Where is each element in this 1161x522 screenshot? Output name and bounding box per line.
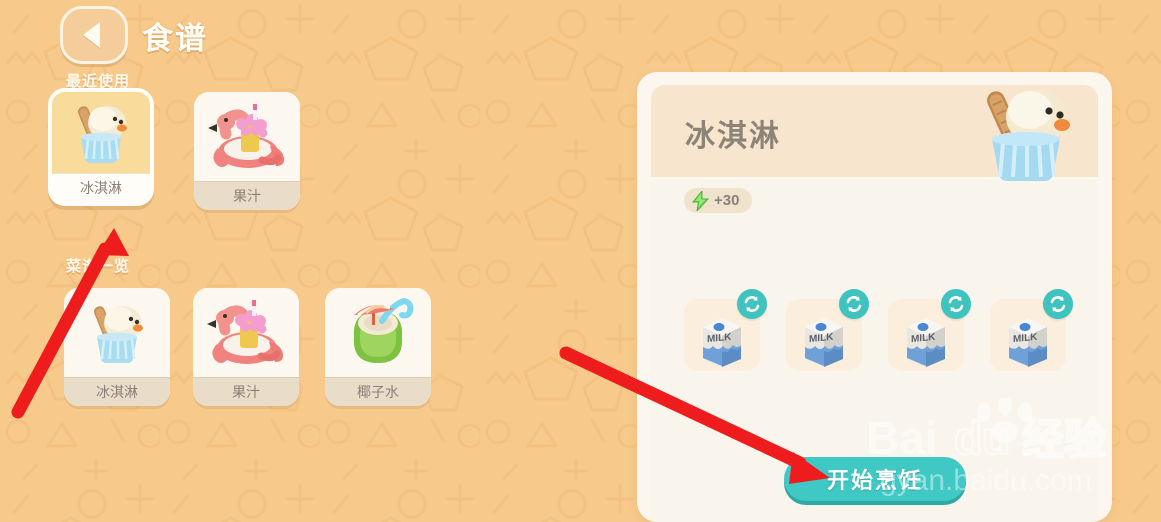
swap-refresh-icon[interactable]: [1043, 289, 1073, 319]
recipe-card-all-coconut[interactable]: 椰子水: [325, 288, 431, 406]
start-cooking-label: 开始烹饪: [826, 468, 923, 493]
energy-value: +30: [714, 192, 740, 209]
flamingo-juice-icon: [193, 288, 299, 377]
recipe-screen: 食谱 最近使用 菜谱一览 冰淇淋 果汁 冰淇淋 果汁 椰子水 冰淇淋 +30 M…: [0, 0, 1161, 522]
recipe-detail-title: 冰淇淋: [685, 120, 781, 153]
energy-badge: +30: [684, 188, 753, 213]
recipe-card-all-icecream[interactable]: 冰淇淋: [64, 288, 170, 406]
recipe-list-column: 食谱 最近使用 菜谱一览 冰淇淋 果汁 冰淇淋 果汁 椰子水: [0, 0, 600, 522]
ice-cream-cup-icon: [64, 288, 170, 377]
header: 食谱: [60, 6, 208, 64]
coconut-drink-icon: [325, 288, 431, 377]
ingredient-slot-4[interactable]: MILK: [987, 289, 1073, 375]
start-cooking-button[interactable]: 开始烹饪: [784, 457, 966, 501]
swap-refresh-icon[interactable]: [839, 289, 869, 319]
recipe-detail-panel: 冰淇淋 +30 MILK MILK MILK MILK: [637, 72, 1112, 522]
back-button[interactable]: [60, 6, 128, 64]
ingredient-slots: MILK MILK MILK MILK: [681, 289, 1073, 375]
recipe-card-all-juice[interactable]: 果汁: [193, 288, 299, 406]
recipe-card-label: 冰淇淋: [64, 377, 170, 406]
ingredient-slot-3[interactable]: MILK: [885, 289, 971, 375]
flamingo-juice-icon: [194, 92, 300, 181]
ice-cream-cup-icon: [52, 92, 150, 173]
swap-refresh-icon[interactable]: [941, 289, 971, 319]
page-title: 食谱: [142, 20, 208, 56]
swap-refresh-icon[interactable]: [737, 289, 767, 319]
recipe-card-label: 椰子水: [325, 377, 431, 406]
ingredient-slot-1[interactable]: MILK: [681, 289, 767, 375]
recipe-card-recent-juice[interactable]: 果汁: [194, 92, 300, 210]
recipe-card-label: 果汁: [193, 377, 299, 406]
ice-cream-cup-icon: [987, 90, 1070, 182]
recipe-detail-header: 冰淇淋: [651, 85, 1098, 182]
recipe-card-label: 冰淇淋: [52, 173, 150, 202]
ingredient-slot-2[interactable]: MILK: [783, 289, 869, 375]
chevron-left-icon: [83, 22, 100, 48]
recipe-card-recent-icecream[interactable]: 冰淇淋: [48, 88, 154, 206]
section-label-all: 菜谱一览: [66, 258, 131, 275]
lightning-bolt-icon: [692, 190, 709, 211]
recipe-card-label: 果汁: [194, 181, 300, 210]
